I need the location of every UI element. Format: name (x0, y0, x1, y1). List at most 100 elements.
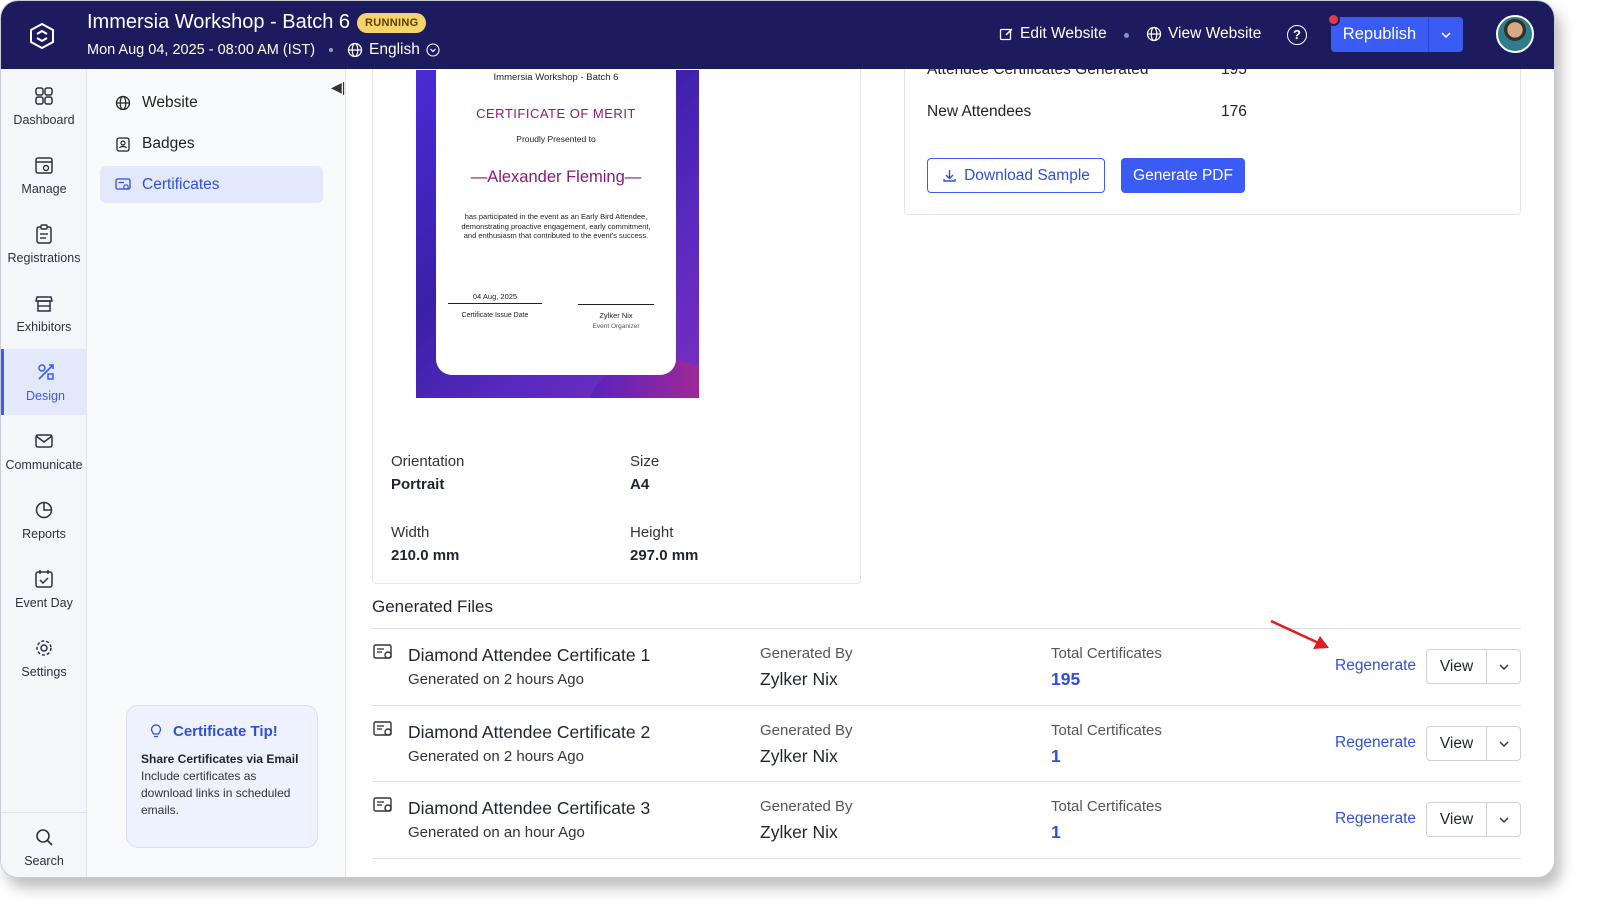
view-options-button[interactable] (1487, 803, 1520, 836)
certificate-file-icon (373, 797, 392, 812)
subnav-label: Website (142, 93, 198, 111)
view-website-link[interactable]: View Website (1146, 25, 1261, 43)
cert-body: has participated in the event as an Earl… (461, 212, 651, 240)
regenerate-link[interactable]: Regenerate (1335, 657, 1416, 675)
nav-manage[interactable]: Manage (1, 142, 87, 208)
generated-count-value: 195 (1221, 69, 1247, 78)
generated-by-label: Generated By (760, 798, 853, 815)
subnav-label: Badges (142, 134, 195, 152)
generated-files-title: Generated Files (372, 597, 493, 616)
file-name: Diamond Attendee Certificate 2 (408, 722, 651, 742)
view-options-button[interactable] (1487, 650, 1520, 683)
view-button-group: View (1426, 802, 1521, 837)
nav-label: Communicate (5, 458, 83, 472)
language-selector[interactable]: English (347, 41, 440, 59)
globe-icon (347, 42, 363, 58)
certificate-preview[interactable]: Immersia Workshop - Batch 6 CERTIFICATE … (416, 70, 699, 398)
generated-by-value: Zylker Nix (760, 746, 838, 766)
file-name: Diamond Attendee Certificate 1 (408, 645, 651, 665)
new-attendees-value: 176 (1221, 103, 1247, 120)
file-generated-time: Generated on an hour Ago (408, 824, 585, 841)
table-row: Diamond Attendee Certificate 3 Generated… (372, 782, 1521, 858)
tip-body: Include certificates as download links i… (141, 769, 291, 817)
chevron-down-icon (1499, 741, 1508, 747)
nav-event-day[interactable]: Event Day (1, 556, 87, 622)
nav-label: Design (26, 389, 65, 403)
orientation-value: Portrait (391, 476, 445, 493)
subnav-certificates[interactable]: Certificates (100, 166, 323, 203)
width-label: Width (391, 524, 430, 541)
nav-reports[interactable]: Reports (1, 487, 87, 553)
divider (1, 812, 87, 813)
total-certificates-value[interactable]: 1 (1051, 822, 1061, 843)
size-value: A4 (630, 476, 650, 493)
regenerate-link[interactable]: Regenerate (1335, 734, 1416, 752)
generated-by-value: Zylker Nix (760, 669, 838, 689)
globe-icon (1146, 26, 1162, 42)
lightbulb-icon (150, 724, 162, 738)
app-logo-icon[interactable] (27, 21, 57, 51)
total-certificates-label: Total Certificates (1051, 798, 1162, 815)
certificate-icon (115, 177, 131, 190)
download-icon (943, 170, 956, 182)
nav-label: Settings (21, 665, 67, 679)
cert-signer: Zylker Nix (599, 311, 633, 320)
signature-line (578, 304, 654, 305)
download-sample-label: Download Sample (964, 166, 1090, 184)
subnav-badges[interactable]: Badges (100, 125, 323, 162)
chevron-down-icon (1499, 664, 1508, 670)
nav-search[interactable]: Search (1, 814, 87, 877)
grid-icon (35, 87, 53, 105)
nav-registrations[interactable]: Registrations (1, 211, 87, 277)
user-avatar[interactable] (1496, 15, 1534, 53)
file-generated-time: Generated on 2 hours Ago (408, 748, 584, 765)
nav-communicate[interactable]: Communicate (1, 418, 87, 484)
generated-by-value: Zylker Nix (760, 822, 838, 842)
collapse-sidebar-icon[interactable]: ◀​| (331, 79, 345, 96)
view-button[interactable]: View (1427, 650, 1487, 683)
orientation-label: Orientation (391, 453, 465, 470)
certificate-preview-card: Immersia Workshop - Batch 6 CERTIFICATE … (372, 69, 861, 584)
generate-pdf-button[interactable]: Generate PDF (1121, 158, 1245, 193)
republish-options-button[interactable] (1429, 29, 1463, 41)
notification-badge (1327, 13, 1340, 26)
download-sample-button[interactable]: Download Sample (927, 158, 1105, 193)
edit-icon (999, 27, 1013, 40)
calendar-gear-icon (35, 157, 53, 174)
cert-issue-date-label: Certificate Issue Date (461, 312, 529, 319)
edit-website-link[interactable]: Edit Website (999, 25, 1107, 43)
nav-dashboard[interactable]: Dashboard (1, 73, 87, 139)
view-button[interactable]: View (1427, 803, 1487, 836)
total-certificates-value[interactable]: 1 (1051, 746, 1061, 767)
nav-exhibitors[interactable]: Exhibitors (1, 280, 87, 346)
certificate-tip-card: Certificate Tip! Share Certificates via … (126, 705, 318, 848)
file-name: Diamond Attendee Certificate 3 (408, 798, 651, 818)
cert-event: Immersia Workshop - Batch 6 (493, 72, 619, 83)
clipboard-icon (36, 224, 52, 244)
height-value: 297.0 mm (630, 547, 699, 564)
nav-label: Search (24, 854, 64, 868)
cert-presented: Proudly Presented to (516, 134, 596, 144)
help-icon[interactable]: ? (1287, 25, 1307, 45)
gear-icon (36, 640, 52, 656)
total-certificates-value[interactable]: 195 (1051, 669, 1080, 690)
chevron-down-icon (1499, 817, 1508, 823)
tip-title-text: Certificate Tip! (173, 722, 278, 740)
table-row: Diamond Attendee Certificate 2 Generated… (372, 706, 1521, 782)
generated-count-label: Attendee Certificates Generated (927, 69, 1149, 78)
nav-settings[interactable]: Settings (1, 625, 87, 691)
nav-label: Registrations (7, 251, 81, 265)
tip-title: Certificate Tip! (147, 722, 303, 740)
regenerate-link[interactable]: Regenerate (1335, 810, 1416, 828)
nav-design[interactable]: Design (1, 349, 87, 415)
subnav-website[interactable]: Website (100, 84, 323, 121)
event-datetime: Mon Aug 04, 2025 - 08:00 AM (IST) (87, 42, 316, 58)
republish-button[interactable]: Republish (1331, 25, 1428, 44)
view-button[interactable]: View (1427, 727, 1487, 760)
view-options-button[interactable] (1487, 727, 1520, 760)
republish-button-group: Republish (1327, 13, 1463, 52)
total-certificates-label: Total Certificates (1051, 722, 1162, 739)
primary-sidebar: Dashboard Manage Registrations Exhibitor… (1, 69, 87, 877)
search-icon (36, 829, 53, 846)
certificate-page: Immersia Workshop - Batch 6 CERTIFICATE … (436, 70, 676, 375)
